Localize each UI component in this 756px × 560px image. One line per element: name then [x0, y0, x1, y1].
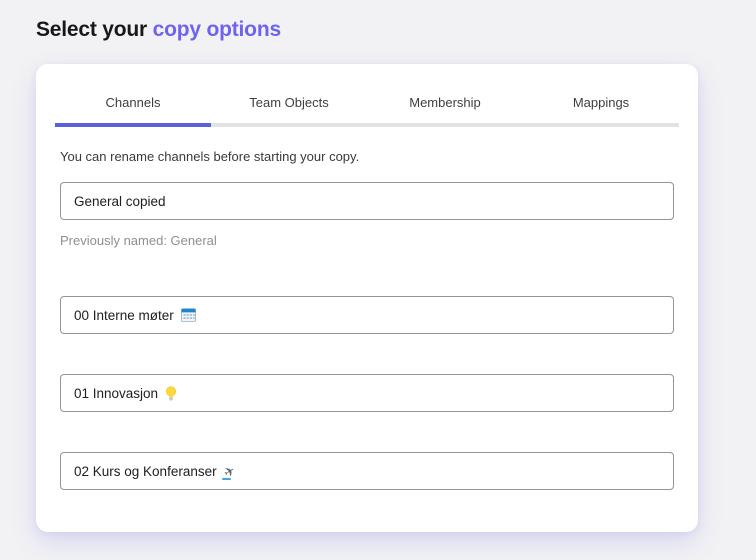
lightbulb-icon: [165, 386, 177, 401]
previously-named-helper: Previously named: General: [60, 233, 674, 248]
channel-name-value: 01 Innovasjon: [74, 386, 158, 401]
copy-options-card: Channels Team Objects Membership Mapping…: [36, 64, 698, 532]
tab-membership[interactable]: Membership: [367, 80, 523, 123]
channel-name-value: 02 Kurs og Konferanser: [74, 464, 217, 479]
channel-name-value: General copied: [74, 194, 166, 209]
tab-bar: Channels Team Objects Membership Mapping…: [55, 80, 679, 123]
page-title-highlight: copy options: [153, 18, 281, 41]
tab-underline-inactive: [211, 123, 367, 127]
rename-description: You can rename channels before starting …: [60, 149, 674, 164]
channel-name-input-general[interactable]: General copied: [60, 182, 674, 220]
channel-name-input-interne-moter[interactable]: 00 Interne møter: [60, 296, 674, 334]
tab-mappings[interactable]: Mappings: [523, 80, 679, 123]
channel-name-value: 00 Interne møter: [74, 308, 174, 323]
channel-name-input-innovasjon[interactable]: 01 Innovasjon: [60, 374, 674, 412]
tab-underline-track: [55, 123, 679, 127]
tab-team-objects[interactable]: Team Objects: [211, 80, 367, 123]
page-title-prefix: Select your: [36, 18, 153, 41]
airplane-departure-icon: ✈: [224, 464, 235, 479]
tab-channels[interactable]: Channels: [55, 80, 211, 123]
calendar-icon: [181, 308, 196, 322]
page: Select your copy options Channels Team O…: [0, 0, 756, 532]
tab-underline-inactive: [523, 123, 679, 127]
page-title: Select your copy options: [36, 18, 720, 42]
tab-underline-inactive: [367, 123, 523, 127]
channel-name-input-kurs-og-konferanser[interactable]: 02 Kurs og Konferanser ✈: [60, 452, 674, 490]
tab-underline-active: [55, 123, 211, 127]
